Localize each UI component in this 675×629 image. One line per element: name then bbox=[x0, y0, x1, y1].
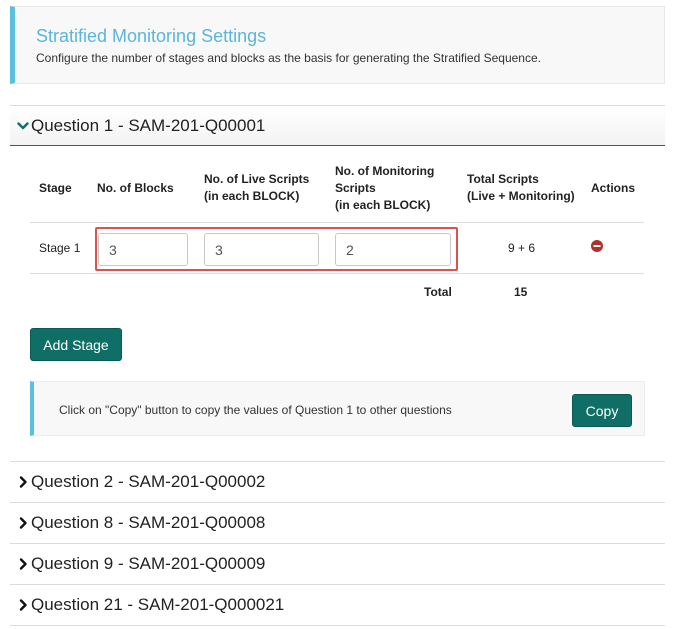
col-header-live-scripts: No. of Live Scripts (in each BLOCK) bbox=[204, 172, 310, 203]
col-header-blocks: No. of Blocks bbox=[97, 181, 174, 195]
accordion-question-1[interactable]: Question 1 - SAM-201-Q00001 bbox=[10, 105, 665, 146]
page-description: Configure the number of stages and block… bbox=[36, 51, 541, 65]
accordion-question-2[interactable]: Question 2 - SAM-201-Q00002 bbox=[10, 461, 665, 502]
copy-button[interactable]: Copy bbox=[572, 394, 632, 427]
col-header-actions: Actions bbox=[591, 181, 636, 195]
chevron-right-icon bbox=[16, 516, 30, 530]
accordion-question-8[interactable]: Question 8 - SAM-201-Q00008 bbox=[10, 502, 665, 543]
total-value: 15 bbox=[514, 285, 528, 299]
settings-info-box: Stratified Monitoring Settings Configure… bbox=[10, 6, 665, 84]
accordion-question-21[interactable]: Question 21 - SAM-201-Q000021 bbox=[10, 584, 665, 626]
accordion-question-label: Question 9 - SAM-201-Q00009 bbox=[31, 554, 266, 573]
page-title: Stratified Monitoring Settings bbox=[36, 26, 267, 46]
total-label: Total bbox=[424, 285, 452, 299]
add-stage-button[interactable]: Add Stage bbox=[30, 328, 122, 361]
col-header-total-scripts: Total Scripts (Live + Monitoring) bbox=[467, 172, 575, 203]
col-header-monitoring-scripts: No. of Monitoring Scripts (in each BLOCK… bbox=[335, 164, 435, 212]
chevron-right-icon bbox=[16, 557, 30, 571]
remove-stage-icon[interactable] bbox=[591, 239, 603, 252]
chevron-right-icon bbox=[16, 598, 30, 612]
chevron-down-icon bbox=[16, 119, 30, 133]
accordion-question-9[interactable]: Question 9 - SAM-201-Q00009 bbox=[10, 543, 665, 584]
stage-label: Stage 1 bbox=[39, 241, 81, 255]
live-scripts-input[interactable] bbox=[204, 233, 319, 266]
table-row-divider bbox=[30, 273, 644, 274]
copy-info-box: Click on "Copy" button to copy the value… bbox=[30, 381, 645, 436]
copy-info-text: Click on "Copy" button to copy the value… bbox=[59, 403, 452, 417]
stage-total-scripts: 9 + 6 bbox=[508, 241, 536, 255]
chevron-right-icon bbox=[16, 475, 30, 489]
accordion-question-label: Question 1 - SAM-201-Q00001 bbox=[31, 115, 266, 135]
accordion-question-label: Question 2 - SAM-201-Q00002 bbox=[31, 472, 266, 491]
accordion-question-label: Question 21 - SAM-201-Q000021 bbox=[31, 595, 285, 614]
blocks-input[interactable] bbox=[98, 233, 188, 266]
col-header-stage: Stage bbox=[39, 181, 72, 195]
table-header-divider bbox=[30, 222, 644, 223]
monitoring-scripts-input[interactable] bbox=[335, 233, 451, 266]
accordion-question-label: Question 8 - SAM-201-Q00008 bbox=[31, 513, 266, 532]
